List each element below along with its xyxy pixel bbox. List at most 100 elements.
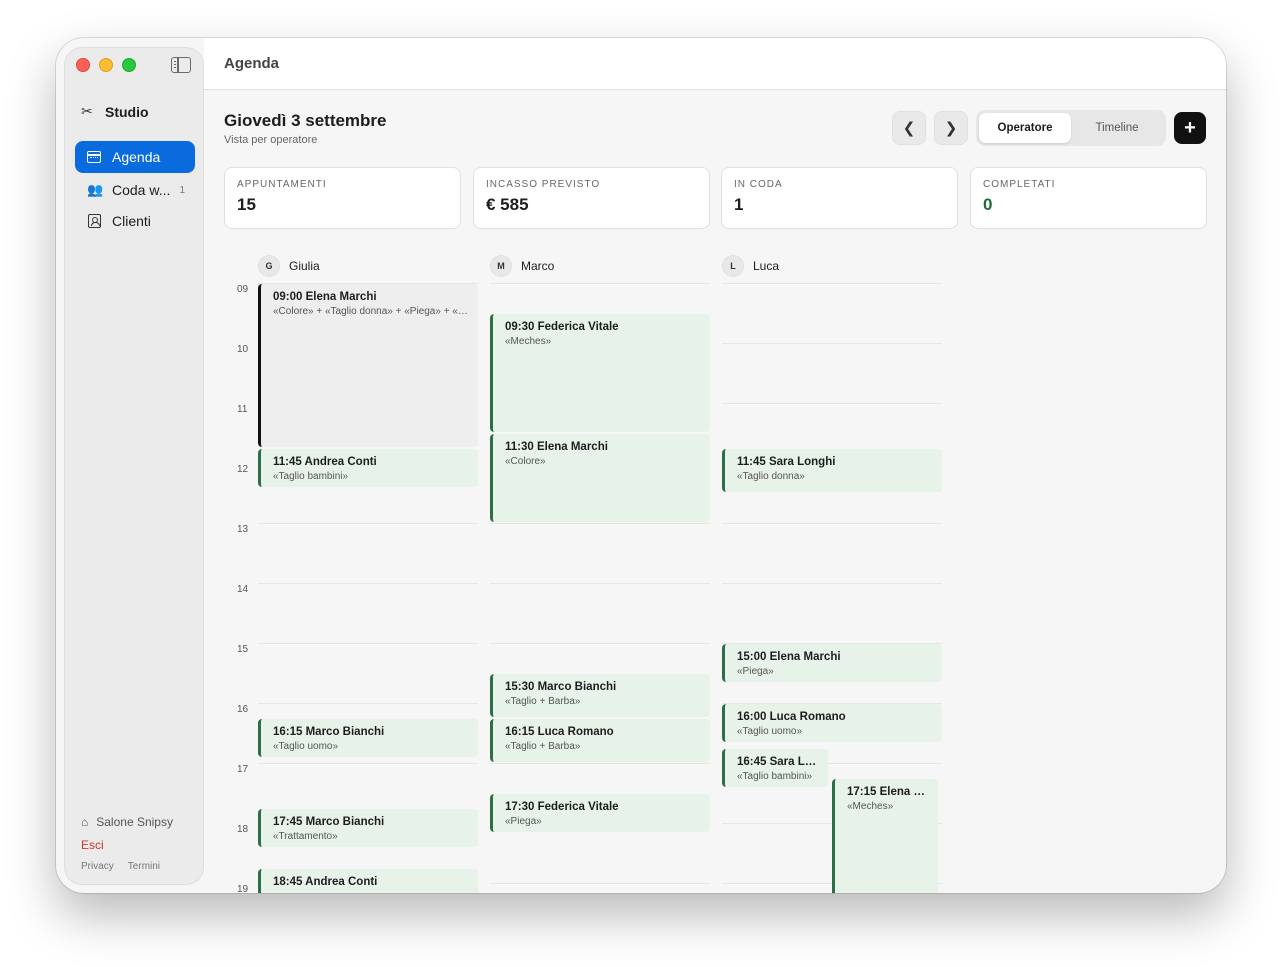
operator-header: M Marco	[490, 255, 554, 277]
segment-timeline[interactable]: Timeline	[1071, 113, 1163, 143]
hour-label: 19	[237, 884, 249, 893]
hour-label: 15	[237, 644, 249, 655]
operator-avatar: G	[258, 255, 280, 277]
stat-card-in-queue: IN CODA 1	[721, 167, 958, 229]
operator-header: L Luca	[722, 255, 779, 277]
appointment-block[interactable]: 17:30 Federica Vitale «Piega»	[490, 794, 710, 832]
stat-label: IN CODA	[734, 179, 783, 190]
hour-label: 13	[237, 524, 249, 535]
appointment-title: 09:30 Federica Vitale	[505, 321, 619, 333]
hour-grid-line	[722, 583, 942, 584]
hour-label: 14	[237, 584, 249, 595]
terms-link[interactable]: Termini	[128, 861, 160, 872]
appointment-block[interactable]: 09:00 Elena Marchi «Colore» + «Taglio don…	[258, 284, 478, 447]
scissors-icon: ✂	[81, 103, 93, 119]
main-content: Agenda Giovedì 3 settembre Vista per ope…	[204, 38, 1226, 893]
appointment-block[interactable]: 16:00 Luca Romano «Taglio uomo»	[722, 704, 942, 742]
appointment-service: «Taglio + Barba»	[505, 696, 581, 707]
stat-label: COMPLETATI	[983, 179, 1056, 190]
operator-name: Luca	[753, 259, 780, 273]
hour-label: 10	[237, 344, 249, 355]
sidebar-toggle-icon[interactable]	[171, 57, 191, 73]
appointment-block[interactable]: 11:30 Elena Marchi «Colore»	[490, 434, 710, 522]
stat-value: 1	[734, 195, 744, 214]
appointment-block[interactable]: 15:00 Elena Marchi «Piega»	[722, 644, 942, 682]
chevron-right-icon: ❯	[944, 120, 958, 137]
operator-avatar: M	[490, 255, 512, 277]
appointment-block[interactable]: 16:45 Sara Longhi «Taglio bambini»	[722, 749, 828, 787]
brand-label: Studio	[105, 103, 149, 120]
hour-label: 12	[237, 464, 249, 475]
appointment-block[interactable]: 11:45 Sara Longhi «Taglio donna»	[722, 449, 942, 492]
appointment-service: «Trattamento»	[273, 831, 338, 842]
hour-grid-line	[490, 763, 710, 764]
footer-links: Privacy Termini	[81, 861, 191, 872]
operator-calendar: G Giulia M Marco L Luca 09 10 11 12 13 14 15 16 17 18 19…	[204, 243, 1226, 893]
sidebar-item-clients[interactable]: Clienti	[75, 205, 195, 237]
sidebar-item-queue[interactable]: 👥 Coda w... 1	[75, 174, 195, 206]
close-window-button[interactable]	[76, 58, 90, 72]
stat-label: APPUNTAMENTI	[237, 179, 327, 190]
appointment-block[interactable]: 11:45 Andrea Conti «Taglio bambini»	[258, 449, 478, 487]
house-icon: ⌂	[81, 815, 89, 829]
hour-grid-line	[722, 343, 942, 344]
segment-operator[interactable]: Operatore	[979, 113, 1071, 143]
hour-grid-line	[258, 703, 478, 704]
operator-avatar: L	[722, 255, 744, 277]
appointment-title: 11:45 Andrea Conti	[273, 456, 377, 468]
title-bar: Agenda	[204, 38, 1226, 90]
view-mode-segmented-control: Operatore Timeline	[976, 110, 1166, 146]
zoom-window-button[interactable]	[122, 58, 136, 72]
appointment-title: 16:45 Sara Longhi	[737, 756, 828, 768]
privacy-link[interactable]: Privacy	[81, 861, 114, 872]
app-window: ✂ Studio Agenda 👥 Coda w... 1 Clienti ⌂ …	[56, 38, 1226, 893]
appointment-title: 15:00 Elena Marchi	[737, 651, 841, 663]
hour-label: 17	[237, 764, 249, 775]
appointment-service: «Taglio uomo»	[737, 726, 803, 737]
appointment-service: «Taglio uomo»	[273, 741, 339, 752]
hour-grid-line	[258, 583, 478, 584]
appointment-block[interactable]: 16:15 Luca Romano «Taglio + Barba»	[490, 719, 710, 762]
appointment-block[interactable]: 15:30 Marco Bianchi «Taglio + Barba»	[490, 674, 710, 717]
stat-card-appointments: APPUNTAMENTI 15	[224, 167, 461, 229]
appointment-block[interactable]: 09:30 Federica Vitale «Meches»	[490, 314, 710, 432]
appointment-service: «Taglio bambini»	[273, 471, 349, 482]
previous-day-button[interactable]: ❮	[892, 111, 926, 145]
appointment-service: «Taglio bambini»	[737, 771, 813, 782]
appointment-block[interactable]: 17:45 Marco Bianchi «Trattamento»	[258, 809, 478, 847]
stat-value: 15	[237, 195, 256, 214]
sidebar-footer: ⌂ Salone Snipsy Esci Privacy Termini	[81, 815, 191, 872]
appointment-block[interactable]: 17:15 Elena Marchi «Meches»	[832, 779, 938, 893]
appointment-service: «Piega»	[505, 816, 542, 827]
next-day-button[interactable]: ❯	[934, 111, 968, 145]
operator-name: Marco	[521, 259, 555, 273]
contact-card-icon	[85, 213, 103, 229]
appointment-service: «Meches»	[847, 801, 894, 812]
appointment-service: «Meches»	[505, 336, 552, 347]
appointment-title: 16:15 Luca Romano	[505, 726, 614, 738]
logout-link[interactable]: Esci	[81, 838, 191, 852]
stat-card-completed: COMPLETATI 0	[970, 167, 1207, 229]
window-title: Agenda	[224, 55, 280, 72]
operator-header: G Giulia	[258, 255, 320, 277]
plus-icon: +	[1184, 116, 1196, 139]
add-appointment-button[interactable]: +	[1174, 112, 1206, 144]
page-subtitle: Vista per operatore	[224, 134, 318, 146]
appointment-block[interactable]: 16:15 Marco Bianchi «Taglio uomo»	[258, 719, 478, 757]
chevron-left-icon: ❮	[902, 120, 916, 137]
minimize-window-button[interactable]	[99, 58, 113, 72]
hour-grid-line	[490, 283, 710, 284]
hour-label: 11	[237, 404, 248, 415]
appointment-service: «Taglio donna»	[737, 471, 805, 482]
appointment-title: 16:00 Luca Romano	[737, 711, 846, 723]
appointment-block[interactable]: 18:45 Andrea Conti	[258, 869, 478, 893]
sidebar-item-label: Agenda	[112, 149, 161, 165]
page-title: Giovedì 3 settembre	[224, 111, 387, 130]
appointment-service: «Colore» + «Taglio donna» + «Piega» + «T…	[273, 306, 478, 317]
salon-selector[interactable]: ⌂ Salone Snipsy	[81, 815, 191, 829]
appointment-title: 17:45 Marco Bianchi	[273, 816, 385, 828]
salon-name: Salone Snipsy	[96, 815, 173, 829]
sidebar-item-label: Clienti	[112, 213, 151, 229]
sidebar-item-agenda[interactable]: Agenda	[75, 141, 195, 173]
appointment-title: 17:30 Federica Vitale	[505, 801, 619, 813]
